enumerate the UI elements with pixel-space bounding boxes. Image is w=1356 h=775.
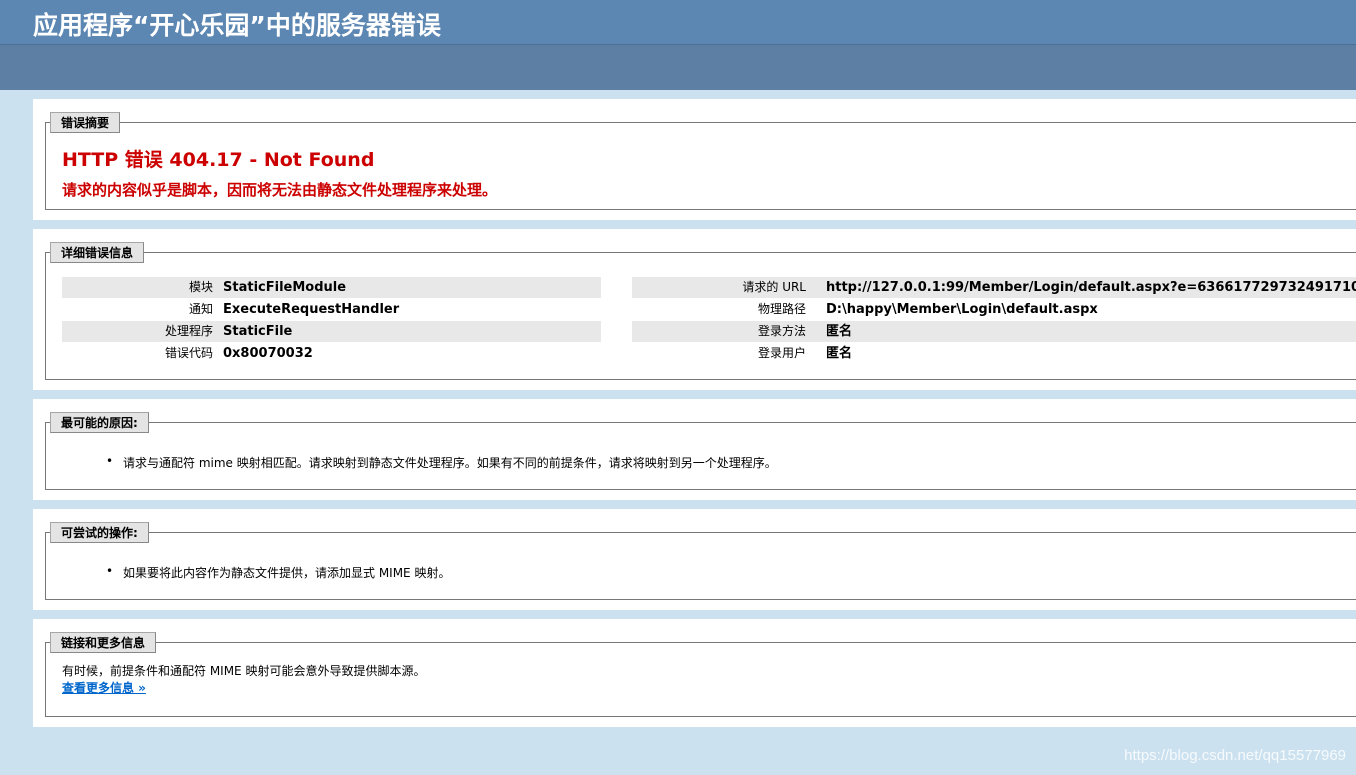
detail-value: StaticFile: [223, 324, 293, 339]
detail-value: D:\happy\Member\Login\default.aspx: [826, 302, 1098, 317]
detail-label: 登录方法: [757, 324, 806, 338]
detail-value: 匿名: [826, 346, 853, 361]
causes-panel: 最可能的原因: 请求与通配符 mime 映射相匹配。请求映射到静态文件处理程序。…: [33, 399, 1356, 500]
links-panel: 链接和更多信息 有时候，前提条件和通配符 MIME 映射可能会意外导致提供脚本源…: [33, 619, 1356, 727]
detail-label: 登录用户: [757, 346, 806, 360]
detail-row: 处理程序 StaticFile: [62, 321, 601, 342]
actions-list: 如果要将此内容作为静态文件提供，请添加显式 MIME 映射。: [123, 564, 450, 581]
detail-label: 错误代码: [164, 346, 213, 360]
detail-value: 0x80070032: [223, 346, 313, 361]
detail-label: 物理路径: [757, 302, 806, 316]
detail-row: 通知 ExecuteRequestHandler: [62, 299, 601, 320]
header-band: [0, 45, 1356, 90]
summary-panel: 错误摘要 HTTP 错误 404.17 - Not Found 请求的内容似乎是…: [33, 99, 1356, 220]
detail-row: 物理路径 D:\happy\Member\Login\default.aspx: [632, 299, 1356, 320]
detail-label: 模块: [188, 280, 213, 294]
detail-value: ExecuteRequestHandler: [223, 302, 400, 317]
detail-row: 登录方法 匿名: [632, 321, 1356, 342]
detail-label: 请求的 URL: [742, 280, 806, 294]
detail-value: 匿名: [826, 324, 853, 339]
action-item: 如果要将此内容作为静态文件提供，请添加显式 MIME 映射。: [123, 564, 450, 581]
causes-legend: 最可能的原因:: [50, 412, 149, 433]
page-title: 应用程序“开心乐园”中的服务器错误: [33, 11, 441, 40]
details-legend: 详细错误信息: [50, 242, 145, 263]
error-description: 请求的内容似乎是脚本，因而将无法由静态文件处理程序来处理。: [62, 181, 498, 199]
links-frame: [45, 642, 1356, 717]
details-panel: 详细错误信息 模块 StaticFileModule 通知 ExecuteReq…: [33, 229, 1356, 390]
detail-row: 模块 StaticFileModule: [62, 277, 601, 298]
detail-row: 登录用户 匿名: [632, 343, 1356, 364]
watermark: https://blog.csdn.net/qq15577969: [1124, 747, 1346, 764]
detail-row: 错误代码 0x80070032: [62, 343, 601, 364]
links-legend: 链接和更多信息: [50, 632, 157, 653]
detail-label: 处理程序: [164, 324, 213, 338]
more-info-link[interactable]: 查看更多信息 »: [62, 679, 146, 696]
summary-legend: 错误摘要: [50, 112, 121, 133]
causes-list: 请求与通配符 mime 映射相匹配。请求映射到静态文件处理程序。如果有不同的前提…: [123, 454, 777, 471]
actions-legend: 可尝试的操作:: [50, 522, 149, 543]
links-description: 有时候，前提条件和通配符 MIME 映射可能会意外导致提供脚本源。: [62, 664, 426, 678]
page-header: 应用程序“开心乐园”中的服务器错误: [0, 0, 1356, 45]
error-title: HTTP 错误 404.17 - Not Found: [62, 149, 375, 171]
detail-value: StaticFileModule: [223, 280, 347, 295]
detail-row: 请求的 URL http://127.0.0.1:99/Member/Login…: [632, 277, 1356, 298]
detail-value: http://127.0.0.1:99/Member/Login/default…: [826, 280, 1356, 295]
detail-label: 通知: [188, 302, 213, 316]
actions-panel: 可尝试的操作: 如果要将此内容作为静态文件提供，请添加显式 MIME 映射。: [33, 509, 1356, 610]
cause-item: 请求与通配符 mime 映射相匹配。请求映射到静态文件处理程序。如果有不同的前提…: [123, 454, 777, 471]
